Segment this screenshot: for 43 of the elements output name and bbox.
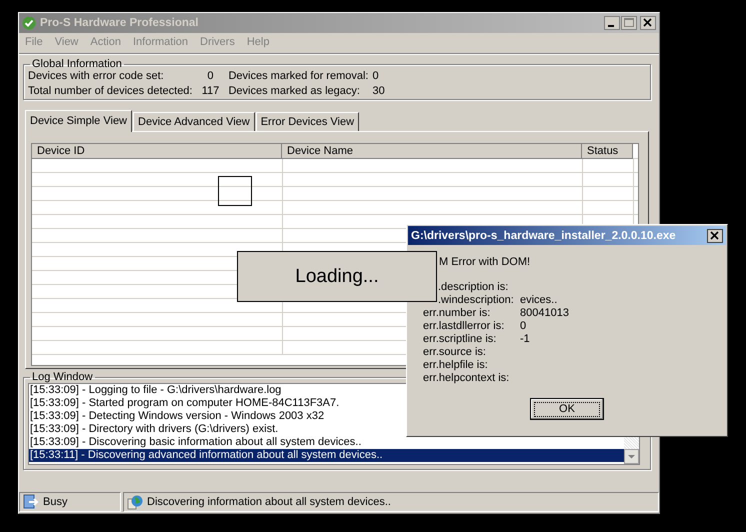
scroll-down-icon[interactable] (624, 449, 639, 464)
info-value: 30 (372, 85, 386, 97)
group-title: Global Information (31, 58, 123, 70)
error-field-label: err.source is: (423, 346, 487, 359)
tab[interactable]: Device Simple View (25, 110, 132, 132)
ok-button[interactable]: OK (530, 398, 604, 420)
check-icon (22, 16, 36, 30)
info-label: Devices marked for removal: (228, 70, 368, 82)
close-icon[interactable] (640, 16, 656, 30)
close-icon[interactable] (707, 228, 723, 242)
error-field-label: err.lastdllerror is: (423, 320, 506, 333)
info-value: 0 (372, 70, 380, 82)
column-header[interactable]: Status (582, 144, 633, 159)
error-field-label: err.number is: (423, 307, 492, 320)
error-field-value: 0 (520, 320, 528, 333)
error-field-value: -1 (520, 333, 531, 346)
info-value: 0 (206, 70, 215, 82)
info-value: 117 (200, 85, 220, 97)
info-label: Total number of devices detected: (28, 85, 192, 97)
group-title: Log Window (31, 371, 94, 383)
tab[interactable]: Error Devices View (256, 112, 360, 131)
error-field-label: .description is: (437, 281, 510, 294)
info-label: Devices with error code set: (28, 70, 165, 82)
column-header[interactable]: Device ID (32, 144, 282, 159)
minimize-icon[interactable] (604, 16, 620, 30)
column-header[interactable]: Device Name (282, 144, 582, 159)
error-field-value: evices.. (520, 294, 558, 307)
status-text: Discovering information about all system devices.. (147, 496, 391, 508)
log-line[interactable]: [15:33:09] - Discovering basic information about all system devices.. (29, 436, 624, 449)
error-field-label: err.scriptline is: (423, 333, 498, 346)
error-message: M Error with DOM! (438, 256, 532, 268)
document-arrow-icon (23, 494, 39, 510)
error-field-label: .windescription: (437, 294, 515, 307)
error-field-label: err.helpcontext is: (423, 372, 510, 385)
focus-rectangle (218, 176, 252, 206)
status-text: Busy (43, 496, 68, 508)
window-title: Pro-S Hardware Professional (40, 17, 200, 29)
error-field-label: err.helpfile is: (423, 359, 489, 372)
loading-text: Loading... (295, 266, 379, 288)
error-field-value: 80041013 (520, 307, 570, 320)
dialog-title: G:\drivers\pro-s_hardware_installer_2.0.0.10.exe (411, 230, 676, 242)
info-label: Devices marked as legacy: (228, 85, 361, 97)
tab[interactable]: Device Advanced View (133, 112, 255, 131)
